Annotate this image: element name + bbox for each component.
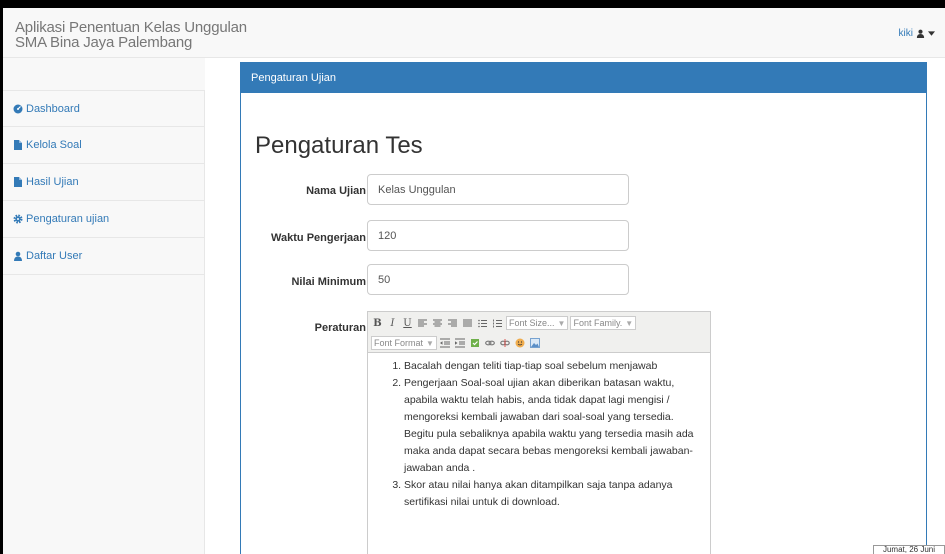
- emoticon-icon: [515, 338, 525, 348]
- nilai-minimum-input[interactable]: [367, 264, 629, 295]
- main-content: Pengaturan Ujian Pengaturan Tes Nama Uji…: [205, 58, 945, 554]
- rule-item: Pengerjaan Soal-soal ujian akan diberika…: [404, 375, 698, 477]
- panel-heading: Pengaturan Ujian: [241, 63, 926, 93]
- justify-icon: [463, 319, 472, 326]
- app-title-line2: SMA Bina Jaya Palembang: [15, 34, 193, 51]
- align-right-button[interactable]: [446, 316, 459, 330]
- outdent-icon: [440, 338, 451, 348]
- app-title-line1: Aplikasi Penentuan Kelas Unggulan: [15, 19, 247, 36]
- editor-content[interactable]: Bacalah dengan teliti tiap-tiap soal seb…: [368, 353, 710, 511]
- sidebar-item-label: Pengaturan ujian: [26, 213, 110, 225]
- font-family-select[interactable]: Font Family. ▼: [570, 316, 637, 330]
- page-title: Pengaturan Tes: [255, 132, 423, 159]
- numbered-list-icon: [493, 319, 502, 327]
- editor-toolbar: B I U Font Size... ▼ Font Family. ▼ Font…: [368, 312, 710, 353]
- indent-icon: [455, 338, 466, 348]
- align-right-icon: [448, 319, 457, 326]
- peraturan-rich-text-editor[interactable]: B I U Font Size... ▼ Font Family. ▼ Font…: [367, 311, 711, 554]
- chevron-down-icon: ▼: [557, 318, 566, 328]
- rule-item: Bacalah dengan teliti tiap-tiap soal seb…: [404, 358, 698, 375]
- gear-icon: [13, 214, 23, 224]
- align-left-button[interactable]: [416, 316, 429, 330]
- sidebar-item-kelola-soal[interactable]: Kelola Soal: [3, 127, 204, 164]
- nama-ujian-input[interactable]: [367, 174, 629, 205]
- settings-panel: Pengaturan Ujian Pengaturan Tes Nama Uji…: [240, 62, 927, 554]
- font-format-placeholder: Font Format: [374, 338, 424, 348]
- sidebar-item-label: Daftar User: [26, 250, 83, 262]
- font-family-placeholder: Font Family.: [573, 318, 623, 328]
- unlink-icon: [500, 339, 511, 347]
- unlink-button[interactable]: [499, 336, 512, 350]
- italic-button[interactable]: I: [386, 316, 399, 330]
- dashboard-icon: [13, 104, 23, 114]
- font-format-select[interactable]: Font Format ▼: [371, 336, 437, 350]
- waktu-pengerjaan-label: Waktu Pengerjaan: [271, 232, 366, 244]
- font-size-placeholder: Font Size...: [509, 318, 555, 328]
- underline-button[interactable]: U: [401, 316, 414, 330]
- file-icon: [13, 177, 23, 187]
- font-size-select[interactable]: Font Size... ▼: [506, 316, 569, 330]
- nilai-minimum-label: Nilai Minimum: [291, 276, 366, 288]
- image-button[interactable]: [529, 336, 542, 350]
- user-icon: [13, 251, 23, 261]
- justify-button[interactable]: [461, 316, 474, 330]
- sidebar-item-label: Kelola Soal: [26, 139, 82, 151]
- sidebar-item-daftar-user[interactable]: Daftar User: [3, 238, 204, 275]
- sidebar-item-label: Hasil Ujian: [26, 176, 79, 188]
- bullet-list-icon: [478, 319, 487, 327]
- align-center-button[interactable]: [431, 316, 444, 330]
- sidebar-item-hasil-ujian[interactable]: Hasil Ujian: [3, 164, 204, 201]
- chevron-down-icon: ▼: [625, 318, 634, 328]
- peraturan-label: Peraturan: [314, 322, 366, 334]
- image-icon: [530, 338, 541, 348]
- caret-down-icon: [928, 31, 935, 36]
- waktu-pengerjaan-input[interactable]: [367, 220, 629, 251]
- sidebar: Dashboard Kelola Soal Hasil Ujian Pengat…: [3, 90, 205, 554]
- date-tooltip: Jumat, 26 Juni 2020: [873, 545, 945, 554]
- user-name: kiki: [898, 28, 913, 39]
- indent-button[interactable]: [454, 336, 467, 350]
- bold-button[interactable]: B: [371, 316, 384, 330]
- sidebar-item-pengaturan-ujian[interactable]: Pengaturan ujian: [3, 201, 204, 238]
- user-icon: [916, 29, 925, 38]
- chevron-down-icon: ▼: [426, 338, 434, 348]
- app-window: Aplikasi Penentuan Kelas Unggulan SMA Bi…: [3, 8, 945, 554]
- link-button[interactable]: [484, 336, 497, 350]
- sidebar-item-dashboard[interactable]: Dashboard: [3, 90, 204, 127]
- numbered-list-button[interactable]: [491, 316, 504, 330]
- emoticon-button[interactable]: [514, 336, 527, 350]
- link-icon: [485, 340, 496, 346]
- sidebar-item-label: Dashboard: [26, 102, 80, 115]
- rules-list: Bacalah dengan teliti tiap-tiap soal seb…: [390, 358, 698, 511]
- app-brand[interactable]: Aplikasi Penentuan Kelas Unggulan SMA Bi…: [15, 20, 247, 50]
- spellcheck-icon: [471, 339, 480, 347]
- outdent-button[interactable]: [439, 336, 452, 350]
- align-center-icon: [433, 319, 442, 326]
- spellcheck-button[interactable]: [469, 336, 482, 350]
- user-menu-toggle[interactable]: kiki: [899, 28, 935, 39]
- file-icon: [13, 140, 23, 150]
- align-left-icon: [418, 319, 427, 326]
- top-navbar: Aplikasi Penentuan Kelas Unggulan SMA Bi…: [3, 8, 945, 58]
- rule-item: Skor atau nilai hanya akan ditampilkan s…: [404, 477, 698, 511]
- bullet-list-button[interactable]: [476, 316, 489, 330]
- nama-ujian-label: Nama Ujian: [306, 185, 366, 197]
